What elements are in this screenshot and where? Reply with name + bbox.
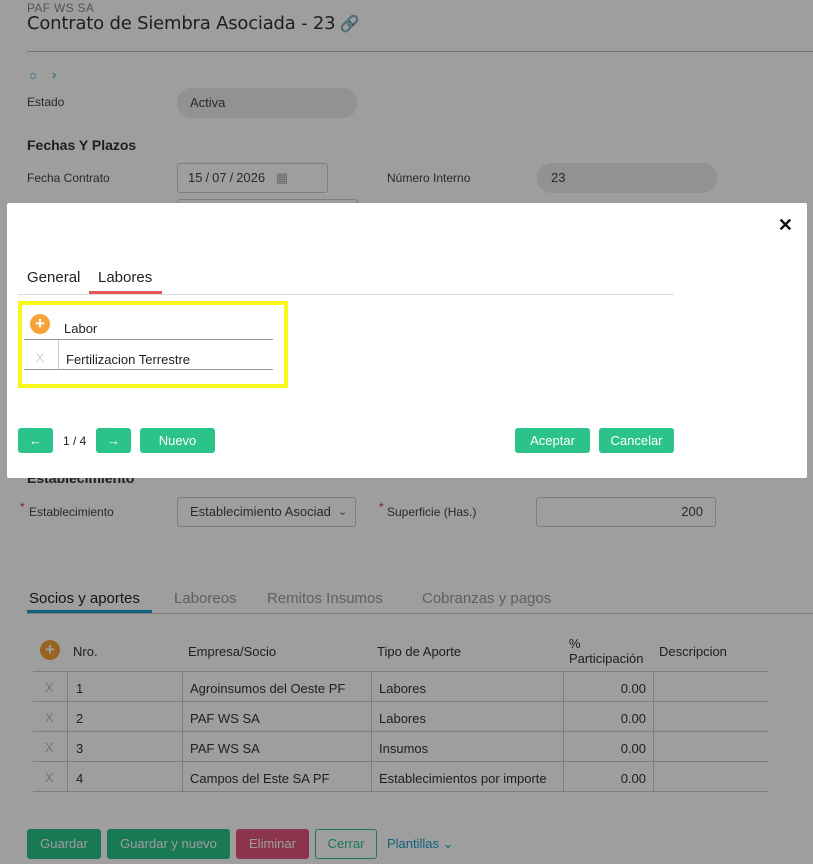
labores-grid-highlight: + Labor X Fertilizacion Terrestre <box>18 301 288 388</box>
next-button[interactable]: → <box>96 428 131 453</box>
modal-tab-general[interactable]: General <box>27 269 80 286</box>
grid-line <box>24 369 273 370</box>
modal-tab-labores[interactable]: Labores <box>98 269 152 286</box>
grid-col-line <box>58 340 59 369</box>
nuevo-button[interactable]: Nuevo <box>140 428 215 453</box>
prev-button[interactable]: ← <box>18 428 53 453</box>
col-labor: Labor <box>64 321 98 336</box>
modal-tab-divider <box>18 294 674 295</box>
aceptar-button[interactable]: Aceptar <box>515 428 590 453</box>
page-counter: 1 / 4 <box>63 434 87 448</box>
add-labor-icon[interactable]: + <box>30 314 50 334</box>
close-icon[interactable]: ✕ <box>778 215 793 236</box>
labor-cell[interactable]: Fertilizacion Terrestre <box>66 352 190 367</box>
delete-labor-icon[interactable]: X <box>36 351 48 365</box>
cancelar-button[interactable]: Cancelar <box>599 428 674 453</box>
grid-line <box>24 339 273 340</box>
modal-dialog: ✕ General Labores + Labor X Fertilizacio… <box>7 203 807 478</box>
